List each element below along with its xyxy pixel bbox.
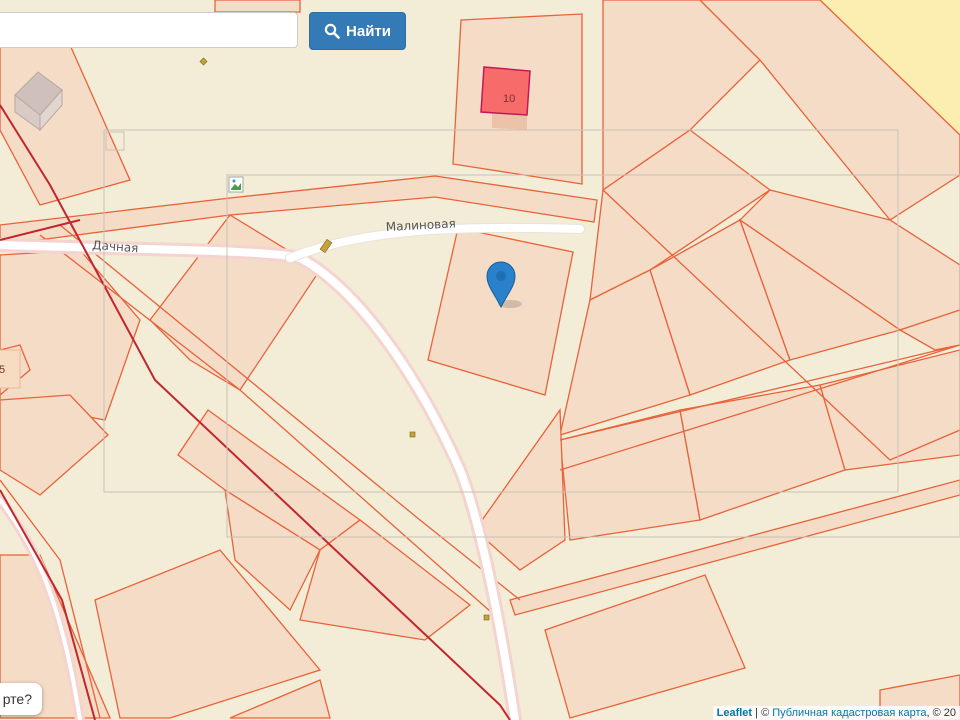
- search-button[interactable]: Найти: [309, 12, 406, 50]
- cadastral-map-link[interactable]: Публичная кадастровая карта: [772, 707, 926, 719]
- search-input[interactable]: [0, 12, 298, 48]
- attribution-suffix: , © 20: [926, 707, 956, 719]
- leaflet-link[interactable]: Leaflet: [717, 707, 752, 719]
- search-bar: Найти: [0, 12, 416, 52]
- parcel-number-5: 5: [0, 364, 5, 376]
- parcel-number-10: 10: [503, 93, 515, 105]
- map-canvas[interactable]: 10 5 Дачная Малиновая: [0, 0, 960, 720]
- attribution-separator: | ©: [752, 707, 773, 719]
- search-button-label: Найти: [346, 22, 391, 40]
- map-attribution: Leaflet | © Публичная кадастровая карта,…: [712, 706, 960, 720]
- help-bubble[interactable]: рте?: [0, 683, 42, 715]
- parcel[interactable]: [214, 0, 301, 13]
- broken-image-icon: [228, 176, 244, 193]
- help-bubble-text: рте?: [2, 691, 32, 707]
- search-icon: [324, 23, 340, 39]
